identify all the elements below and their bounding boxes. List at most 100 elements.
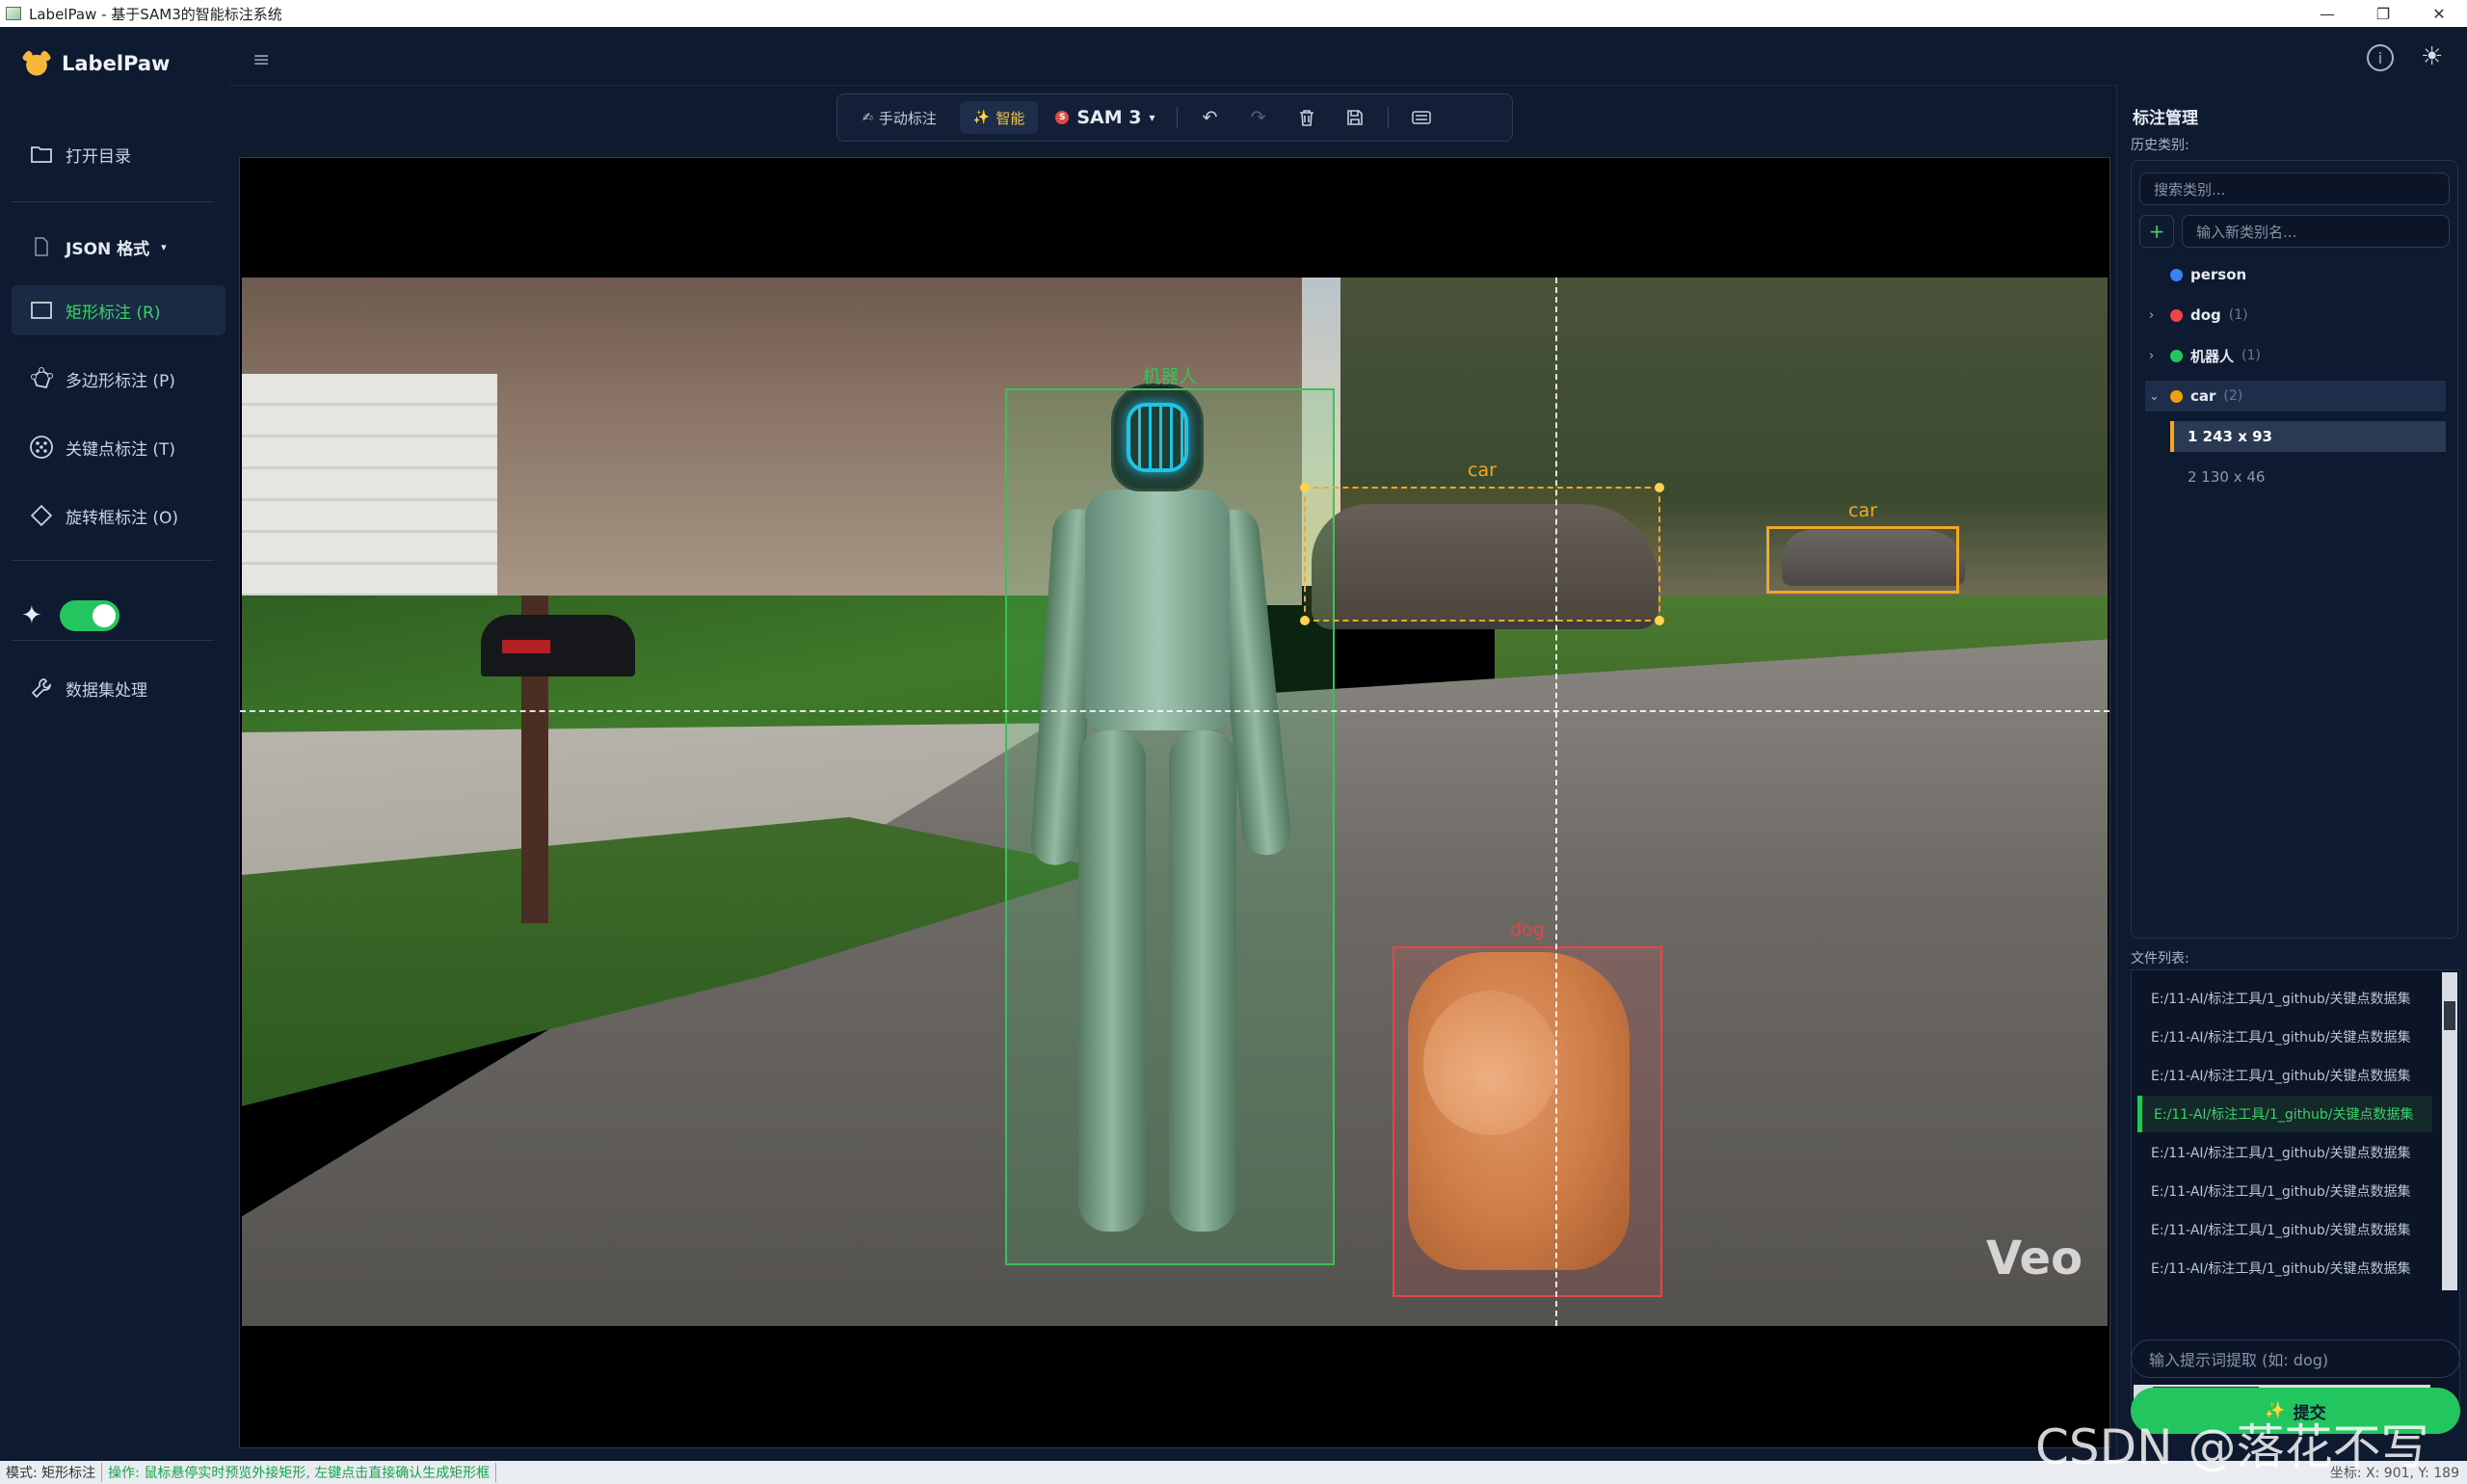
format-label: JSON 格式 [66,239,150,259]
file-item[interactable]: E:/11-AI/标注工具/1_github/关键点数据集 [2137,1211,2432,1248]
dataset-processing-button[interactable]: 数据集处理 [12,663,225,713]
menu-icon[interactable]: ≡ [252,48,270,72]
annotation-canvas[interactable]: Veo 机器人 car car dog [239,157,2110,1448]
open-directory-button[interactable]: 打开目录 [12,129,225,179]
file-item[interactable]: E:/11-AI/标注工具/1_github/关键点数据集 [2137,1019,2432,1055]
file-item[interactable]: E:/11-AI/标注工具/1_github/关键点数据集 [2137,1057,2432,1094]
manual-annotation-label: 手动标注 [878,109,937,127]
resize-handle[interactable] [1300,616,1310,625]
keypoint-icon [29,435,54,460]
annotation-box-robot[interactable]: 机器人 [1005,366,1335,1265]
window-titlebar: LabelPaw - 基于SAM3的智能标注系统 — ❐ ✕ [0,0,2467,27]
category-name: person [2190,266,2247,283]
tool-rectangle[interactable]: 矩形标注 (R) [12,285,225,335]
smart-annotation-label: 智能 [995,109,1025,127]
file-item[interactable]: E:/11-AI/标注工具/1_github/关键点数据集 [2137,1250,2432,1286]
category-color-dot [2170,349,2183,362]
file-item-selected[interactable]: E:/11-AI/标注工具/1_github/关键点数据集 [2137,1096,2432,1132]
tool-polygon-label: 多边形标注 (P) [66,371,175,391]
resize-handle[interactable] [1300,483,1310,492]
new-category-input[interactable]: 输入新类别名... [2182,215,2450,248]
maximize-button[interactable]: ❐ [2355,0,2411,27]
paw-logo-icon [21,48,52,79]
crosshair-horizontal [240,710,2109,712]
prompt-input[interactable]: 输入提示词提取 (如: dog) [2131,1339,2460,1378]
annotation-box-car-selected[interactable]: car [1300,460,1664,625]
smart-mode-switch[interactable] [59,600,119,631]
resize-handle[interactable] [1655,616,1664,625]
toolbar-divider [1387,107,1389,128]
sparkle-icon: ✦ [21,601,42,630]
file-item[interactable]: E:/11-AI/标注工具/1_github/关键点数据集 [2137,980,2432,1017]
sparkle-icon: ✨ [972,110,991,125]
sidebar-divider [12,201,214,202]
file-item[interactable]: E:/11-AI/标注工具/1_github/关键点数据集 [2137,1134,2432,1171]
status-mode: 模式: 矩形标注 [0,1463,103,1482]
annotation-box-car[interactable]: car [1766,500,1959,594]
redo-icon[interactable]: ↷ [1239,101,1278,134]
chevron-down-icon: ▾ [1149,111,1155,124]
category-search-input[interactable]: 搜索类别... [2139,172,2450,205]
tool-rectangle-label: 矩形标注 (R) [66,303,161,323]
annotation-box-dog[interactable]: dog [1393,919,1662,1297]
chevron-right-icon: › [2149,348,2155,363]
app-name: LabelPaw [62,52,171,75]
annotation-label: car [1468,460,1497,481]
category-item-car[interactable]: ⌄ car (2) [2145,381,2446,411]
resize-handle[interactable] [1655,483,1664,492]
keyboard-icon[interactable] [1402,101,1441,134]
category-count: (1) [2228,307,2248,323]
chevron-down-icon: ▾ [161,240,167,253]
add-category-button[interactable]: + [2139,215,2174,248]
window-title: LabelPaw - 基于SAM3的智能标注系统 [29,5,282,23]
wrench-icon [29,676,54,701]
category-name: dog [2190,306,2221,324]
info-icon[interactable]: i [2367,44,2394,71]
panel-title: 标注管理 [2133,109,2198,128]
smart-mode-toggle-row: ✦ [21,600,119,631]
sun-icon[interactable]: ☀ [2421,42,2443,71]
minimize-button[interactable]: — [2299,0,2355,27]
tool-keypoint[interactable]: 关键点标注 (T) [12,422,225,472]
close-button[interactable]: ✕ [2411,0,2467,27]
category-item-person[interactable]: person [2149,259,2438,290]
category-name: car [2190,387,2216,405]
model-select[interactable]: S SAM 3 ▾ [1048,107,1162,128]
category-color-dot [2170,389,2183,403]
garage-door [242,374,497,615]
format-dropdown[interactable]: JSON 格式 ▾ [12,222,225,272]
model-label: SAM 3 [1076,107,1142,128]
file-item[interactable]: E:/11-AI/标注工具/1_github/关键点数据集 [2137,1173,2432,1209]
tool-polygon[interactable]: 多边形标注 (P) [12,354,225,404]
annotation-manager-panel: 标注管理 历史类别: 搜索类别... + 输入新类别名... person › … [2116,85,2467,1461]
file-list: E:/11-AI/标注工具/1_github/关键点数据集 E:/11-AI/标… [2131,969,2460,1403]
tool-rotated-box[interactable]: 旋转框标注 (O) [12,490,225,541]
undo-icon[interactable]: ↶ [1191,101,1230,134]
instance-item[interactable]: 1 243 x 93 [2170,421,2446,452]
history-categories-label: 历史类别: [2131,138,2189,153]
save-icon[interactable] [1336,101,1374,134]
trash-icon[interactable] [1287,101,1326,134]
rotated-box-icon [29,503,54,528]
category-item-dog[interactable]: › dog (1) [2149,300,2438,331]
annotation-label: dog [1510,919,1545,941]
rectangle-icon [29,298,54,323]
category-color-dot [2170,308,2183,322]
category-item-robot[interactable]: › 机器人 (1) [2149,340,2438,371]
toolbar-divider [1176,107,1178,128]
canvas-toolbar: ✍ 手动标注 ✨ 智能 S SAM 3 ▾ ↶ ↷ [836,93,1513,142]
scene-image: Veo 机器人 car car dog [242,278,2108,1326]
status-operation: 操作: 鼠标悬停实时预览外接矩形, 左键点击直接确认生成矩形框 [102,1463,497,1482]
instance-item[interactable]: 2 130 x 46 [2170,462,2446,492]
file-icon [29,234,54,259]
category-color-dot [2170,268,2183,281]
left-sidebar: LabelPaw 打开目录 JSON 格式 ▾ 矩形标注 (R) 多边形标注 (… [0,27,229,1461]
chevron-down-icon: ⌄ [2149,388,2160,404]
manual-annotation-button[interactable]: ✍ 手动标注 [849,101,950,134]
tool-keypoint-label: 关键点标注 (T) [66,439,176,460]
smart-annotation-button[interactable]: ✨ 智能 [959,101,1039,134]
category-name: 机器人 [2190,347,2235,365]
vertical-scrollbar[interactable] [2442,972,2457,1290]
open-directory-label: 打开目录 [66,146,131,167]
category-count: (2) [2223,388,2243,404]
